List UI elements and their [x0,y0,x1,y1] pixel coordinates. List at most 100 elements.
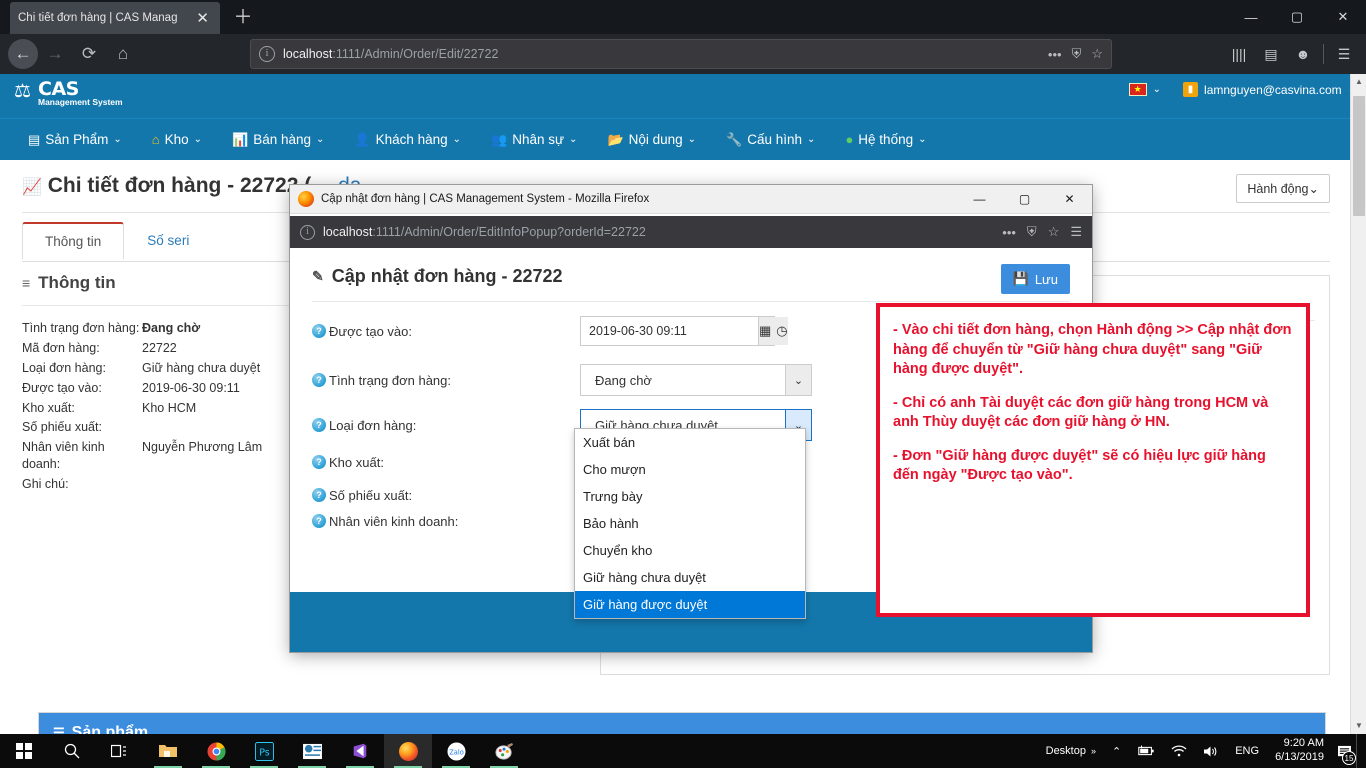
help-icon[interactable]: ? [312,488,326,502]
popup-address-bar[interactable]: i localhost:1111/Admin/Order/EditInfoPop… [290,216,1092,248]
nav-item-noi-dung[interactable]: 📂 Nội dung ⌄ [593,124,710,156]
help-icon[interactable]: ? [312,514,326,528]
page-actions-icon[interactable]: ••• [1048,47,1062,62]
app-logo-sub: Management System [38,97,123,107]
overflow-icon[interactable]: » [1091,746,1096,756]
home-icon[interactable]: ⌂ [106,37,140,71]
maximize-icon[interactable]: ▢ [1274,0,1320,34]
language-chevron-down-icon[interactable]: ⌄ [1153,84,1161,95]
popup-close-icon[interactable]: ✕ [1047,185,1092,214]
nav-label: Sản Phẩm [45,132,109,147]
scroll-up-icon[interactable]: ▲ [1351,74,1366,90]
address-bar[interactable]: i localhost:1111/Admin/Order/Edit/22722 … [250,39,1112,69]
account-icon[interactable]: ☻ [1287,39,1319,69]
forward-icon[interactable]: → [38,37,72,71]
dropdown-option-cho-muon[interactable]: Cho mượn [575,456,805,483]
sidebar-icon[interactable]: ▤ [1255,39,1287,69]
back-icon[interactable]: ← [8,39,38,69]
taskbar-visual-studio-code[interactable] [336,734,384,768]
product-panel-header[interactable]: ☰ Sản phẩm ⌄ [39,713,1325,734]
nav-item-ban-hang[interactable]: 📊 Bán hàng ⌄ [218,124,338,156]
tab-so-seri[interactable]: Số seri [124,222,212,259]
clock-icon[interactable]: ◷ [776,323,787,339]
tab-thong-tin[interactable]: Thông tin [22,222,125,259]
dropdown-option-xuat-ban[interactable]: Xuất bán [575,429,805,456]
notification-center-button[interactable]: 15 [1332,734,1356,768]
nav-item-khach-hang[interactable]: 👤 Khách hàng ⌄ [340,124,475,156]
page-scrollbar[interactable]: ▲ ▼ [1350,74,1366,734]
nav-item-cau-hinh[interactable]: 🔧 Cấu hình ⌄ [712,124,829,156]
save-icon: 💾 [1012,271,1029,286]
action-button[interactable]: Hành động⌄ [1236,174,1330,203]
chevron-down-icon: ⌄ [193,134,203,145]
nav-label: Cấu hình [747,132,803,147]
search-button[interactable] [48,734,96,768]
popup-window-controls: — ▢ ✕ [957,185,1092,214]
menu-icon[interactable]: ☰ [1070,224,1082,240]
dropdown-option-bao-hanh[interactable]: Bảo hành [575,510,805,537]
scrollbar-thumb[interactable] [1353,96,1365,216]
menu-icon[interactable]: ☰ [1328,39,1360,69]
tray-expand-button[interactable]: ⌃ [1104,734,1129,768]
page-actions-icon[interactable]: ••• [1002,225,1016,240]
app-logo[interactable]: CAS Management System [38,78,123,107]
created-date-input[interactable] [581,317,758,345]
network-status[interactable] [1163,734,1195,768]
scroll-down-icon[interactable]: ▼ [1351,718,1366,734]
clock[interactable]: 9:20 AM 6/13/2019 [1267,734,1332,768]
popup-maximize-icon[interactable]: ▢ [1002,185,1047,214]
order-status-select[interactable]: Đang chờ ⌄ [580,364,812,396]
chevron-down-icon[interactable]: ⌄ [1298,723,1311,734]
site-info-icon[interactable]: i [259,46,275,62]
taskbar-photoshop[interactable]: Ps [240,734,288,768]
bookmark-star-icon[interactable]: ☆ [1048,224,1060,240]
battery-status[interactable] [1129,734,1163,768]
help-icon[interactable]: ? [312,455,326,469]
minimize-icon[interactable]: — [1228,0,1274,34]
taskbar-powerpoint[interactable] [288,734,336,768]
start-button[interactable] [0,734,48,768]
taskbar-firefox[interactable] [384,734,432,768]
window-close-icon[interactable]: ✕ [1320,0,1366,34]
dropdown-option-giu-hang-chua-duyet[interactable]: Giữ hàng chưa duyệt [575,564,805,591]
save-button[interactable]: 💾 Lưu [1000,264,1070,294]
popup-minimize-icon[interactable]: — [957,185,1002,214]
library-icon[interactable]: |||| [1223,39,1255,69]
nav-item-he-thong[interactable]: ● Hệ thống ⌄ [831,124,940,155]
language-indicator[interactable]: ENG [1227,734,1267,768]
dropdown-option-chuyen-kho[interactable]: Chuyển kho [575,537,805,564]
taskbar-file-explorer[interactable] [144,734,192,768]
order-type-dropdown[interactable]: Xuất bán Cho mượn Trưng bày Bảo hành Chu… [574,428,806,619]
nav-item-kho[interactable]: ⌂ Kho ⌄ [138,124,216,155]
new-tab-button[interactable]: ＋ [230,6,256,32]
taskbar-paint[interactable] [480,734,528,768]
dropdown-option-giu-hang-duoc-duyet[interactable]: Giữ hàng được duyệt [575,591,805,618]
help-icon[interactable]: ? [312,372,326,387]
close-icon[interactable]: ✕ [193,11,212,26]
nav-item-san-pham[interactable]: ▤ Sản Phẩm ⌄ [14,124,136,156]
dropdown-option-trung-bay[interactable]: Trưng bày [575,483,805,510]
user-email[interactable]: lamnguyen@casvina.com [1204,83,1342,97]
taskbar-zalo[interactable]: Zalo [432,734,480,768]
datetime-addon[interactable]: ▦ ◷ [758,317,788,345]
calendar-icon[interactable]: ▦ [759,323,771,339]
windows-icon [16,743,32,759]
volume-status[interactable] [1195,734,1227,768]
nav-item-nhan-su[interactable]: 👥 Nhân sự ⌄ [477,124,591,156]
desktop-peek-label[interactable]: Desktop » [1038,734,1104,768]
help-icon[interactable]: ? [312,417,326,432]
show-desktop-button[interactable] [1356,734,1362,768]
shield-icon[interactable]: ⛨ [1072,46,1082,62]
task-view-button[interactable] [96,734,144,768]
help-icon[interactable]: ? [312,323,326,338]
taskbar-chrome[interactable] [192,734,240,768]
chevron-down-icon: ⌄ [316,134,325,145]
datetime-field[interactable]: ▦ ◷ [580,316,788,346]
bookmark-star-icon[interactable]: ☆ [1091,46,1103,62]
nav-label: Nội dung [628,132,683,147]
reload-icon[interactable]: ⟳ [72,37,106,71]
browser-tab[interactable]: Chi tiết đơn hàng | CAS Manag ✕ [10,2,220,34]
shield-icon[interactable]: ⛨ [1027,224,1037,240]
chevron-down-icon[interactable]: ⌄ [785,365,811,395]
site-info-icon[interactable]: i [300,224,315,240]
